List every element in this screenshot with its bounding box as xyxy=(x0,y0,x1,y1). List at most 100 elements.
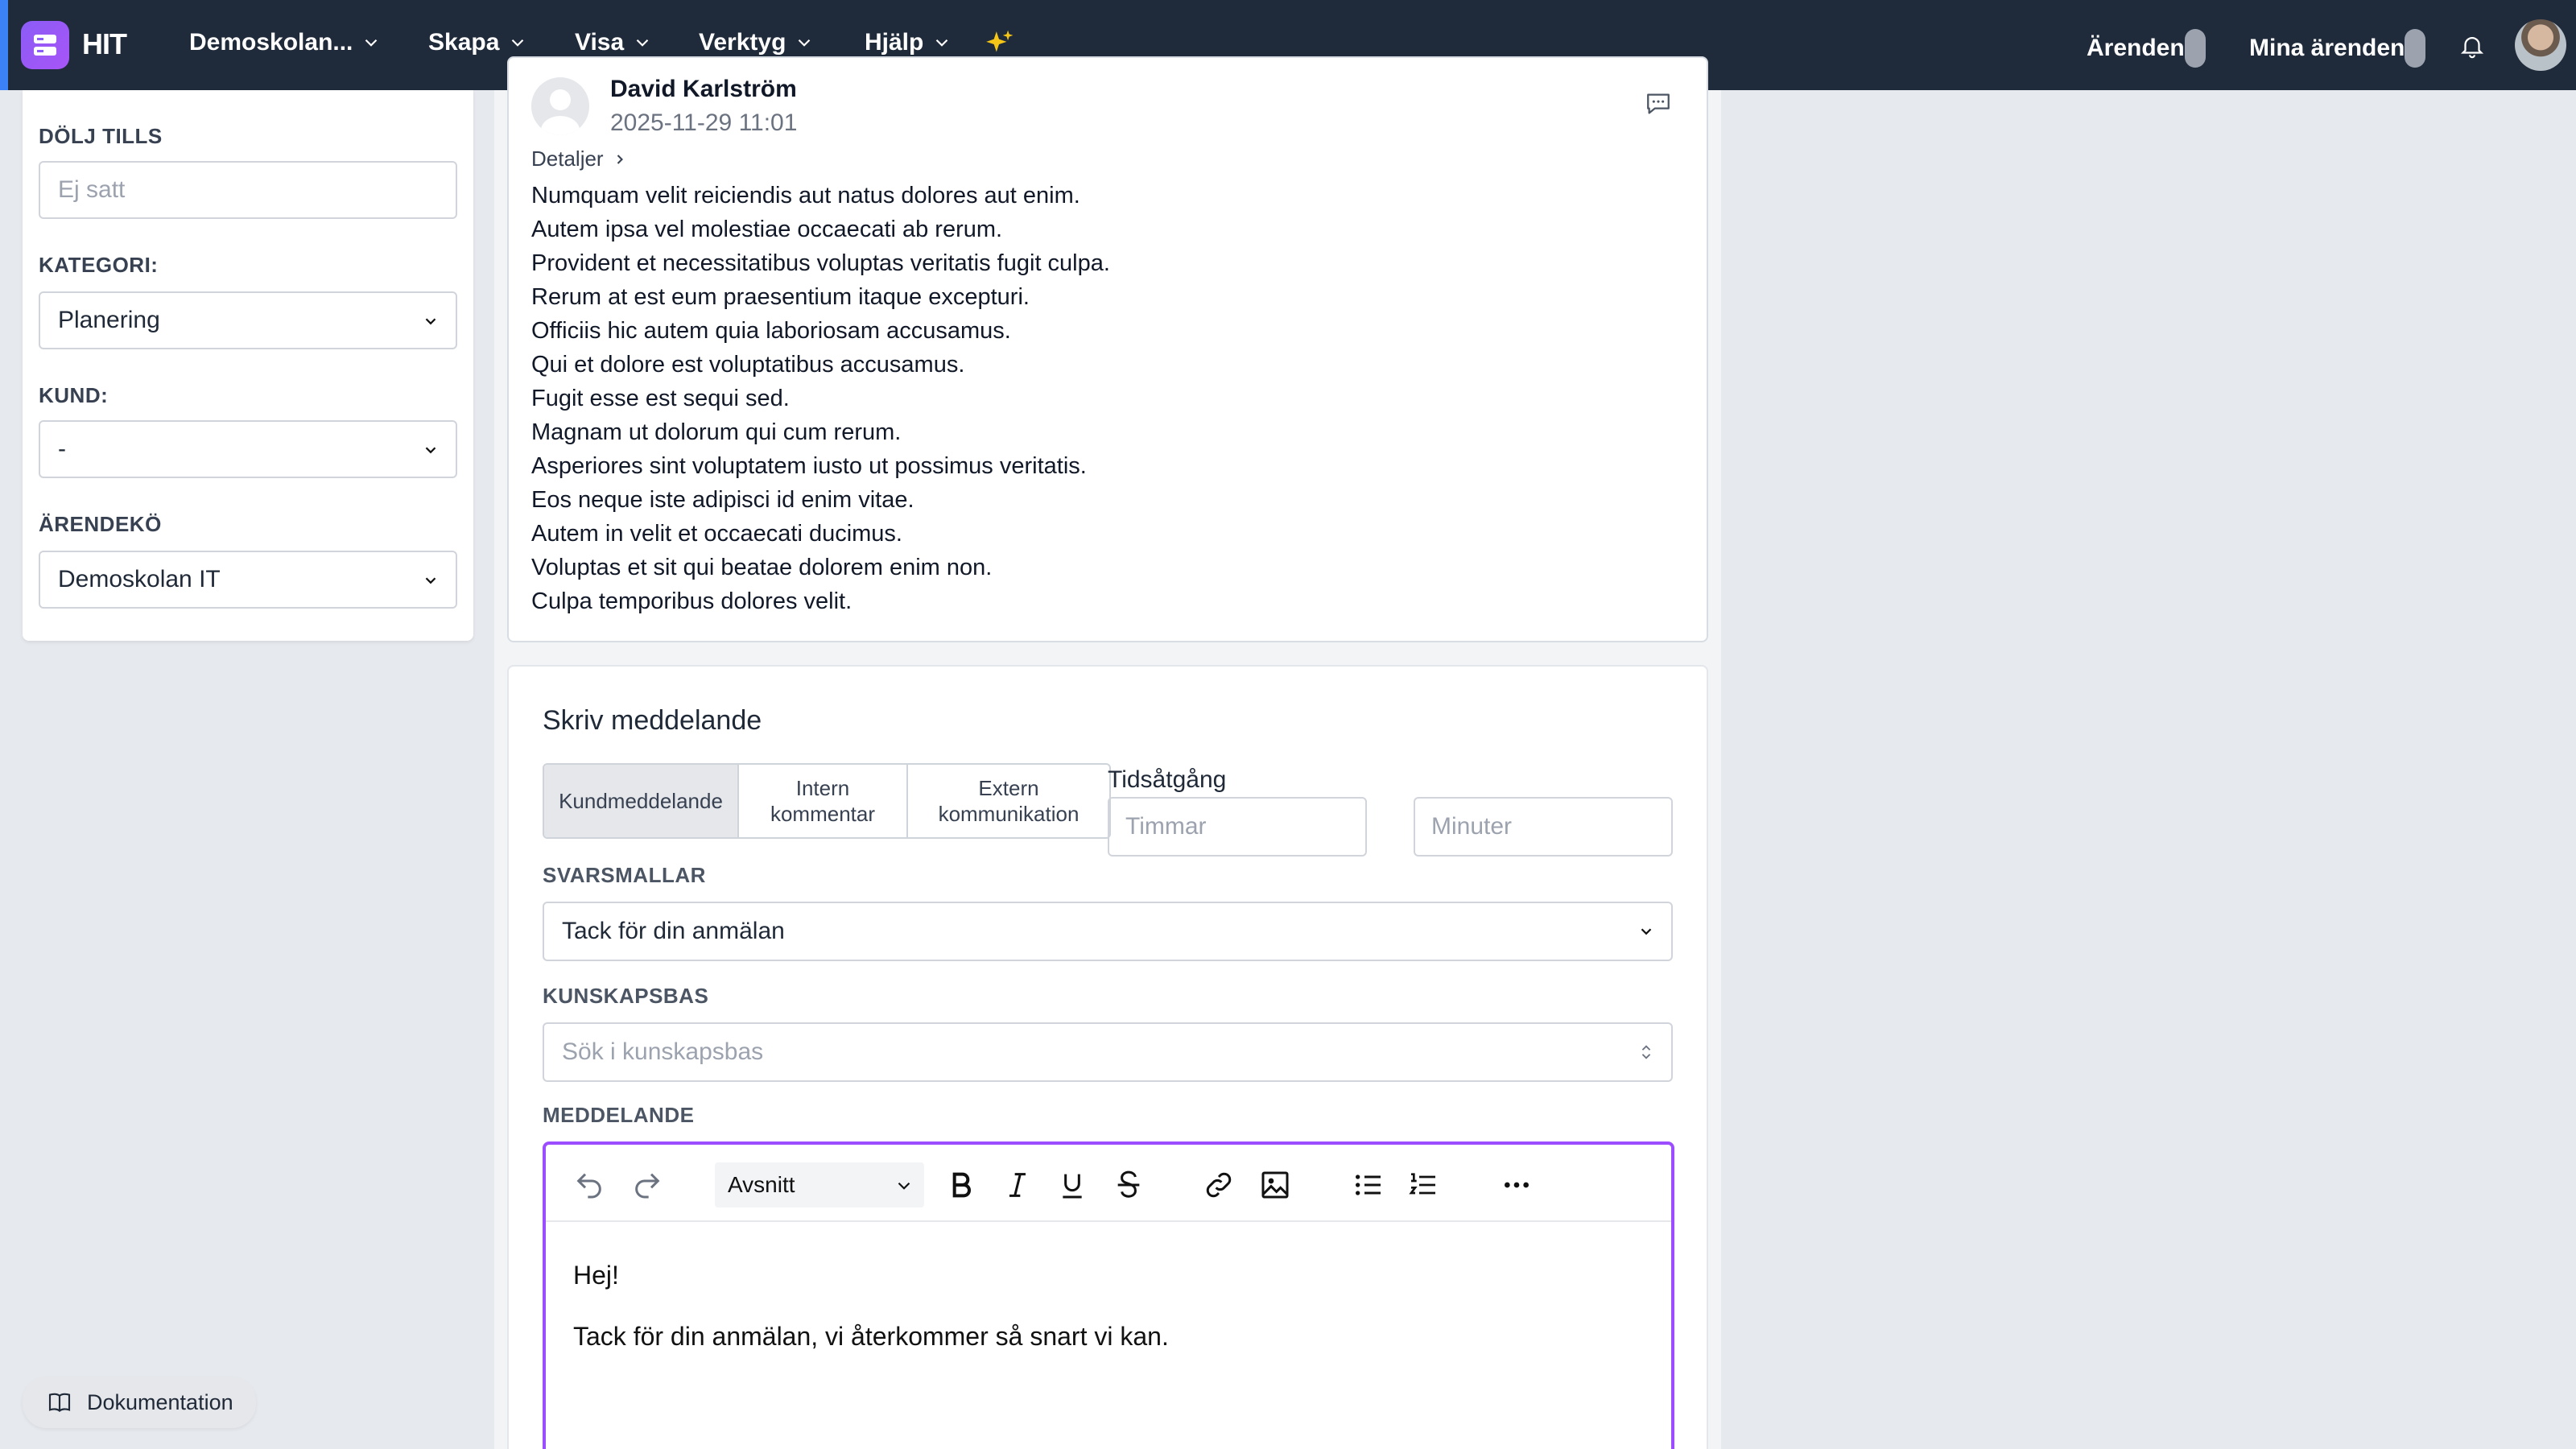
italic-icon[interactable] xyxy=(1001,1169,1034,1201)
customer-select[interactable]: - xyxy=(39,420,457,478)
message-line: Magnam ut dolorum qui cum rerum. xyxy=(531,419,902,445)
message-line: Eos neque iste adipisci id enim vitae. xyxy=(531,487,914,513)
chevron-right-icon xyxy=(617,154,623,164)
image-icon[interactable] xyxy=(1259,1169,1291,1201)
type-internal-comment[interactable]: Intern kommentar xyxy=(739,765,908,837)
knowledge-base-placeholder: Sök i kunskapsbas xyxy=(562,1038,764,1065)
comment-icon[interactable] xyxy=(1644,90,1673,118)
strikethrough-icon[interactable] xyxy=(1113,1169,1145,1201)
message-line: Numquam velit reiciendis aut natus dolor… xyxy=(531,183,1080,208)
more-options-icon[interactable] xyxy=(1501,1169,1533,1201)
book-icon xyxy=(48,1393,71,1413)
documentation-label: Dokumentation xyxy=(87,1389,233,1414)
chevron-down-icon xyxy=(636,39,649,47)
compose-title: Skriv meddelande xyxy=(543,705,762,736)
author-avatar xyxy=(531,77,589,135)
ai-sparkle-icon[interactable] xyxy=(984,29,1014,60)
editor-line: Hej! xyxy=(573,1261,619,1290)
queue-value: Demoskolan IT xyxy=(58,566,221,592)
type-customer-message[interactable]: Kundmeddelande xyxy=(544,765,739,837)
nav-org-label: Demoskolan... xyxy=(189,29,353,56)
chevron-down-icon xyxy=(425,318,436,325)
nav-help-menu[interactable]: Hjälp xyxy=(865,29,952,56)
customer-label: KUND: xyxy=(39,383,109,407)
editor-line: Tack för din anmälan, vi återkommer så s… xyxy=(573,1322,1169,1351)
user-avatar[interactable] xyxy=(2515,19,2566,71)
chevron-down-icon xyxy=(365,39,378,47)
time-spent-label: Tidsåtgång xyxy=(1108,766,1227,793)
minutes-input[interactable]: Minuter xyxy=(1414,797,1673,857)
editor-content[interactable]: Hej! Tack för din anmälan, vi återkommer… xyxy=(573,1245,1169,1367)
knowledge-base-label: KUNSKAPSBAS xyxy=(543,984,709,1008)
nav-tools-label: Verktyg xyxy=(699,29,786,56)
chevron-down-icon xyxy=(936,39,948,47)
queue-select[interactable]: Demoskolan IT xyxy=(39,551,457,609)
message-line: Asperiores sint voluptatem iusto ut poss… xyxy=(531,453,1087,479)
app-name[interactable]: HIT xyxy=(82,27,127,61)
chevron-down-icon xyxy=(799,39,811,47)
numbered-list-icon[interactable] xyxy=(1407,1169,1439,1201)
message-line: Fugit esse est sequi sed. xyxy=(531,386,790,411)
message-line: Rerum at est eum praesentium itaque exce… xyxy=(531,284,1030,310)
message-line: Autem in velit et occaecati ducimus. xyxy=(531,521,902,547)
tickets-count-badge xyxy=(2184,29,2206,68)
block-format-value: Avsnitt xyxy=(728,1172,795,1197)
message-line: Provident et necessitatibus voluptas ver… xyxy=(531,250,1110,276)
nav-my-tickets-label: Mina ärenden xyxy=(2249,35,2405,61)
queue-label: ÄRENDEKÖ xyxy=(39,512,162,536)
category-value: Planering xyxy=(58,307,160,333)
bell-icon[interactable] xyxy=(2458,31,2486,61)
nav-create-label: Skapa xyxy=(428,29,500,56)
chevron-down-icon xyxy=(512,39,524,47)
nav-tickets-label: Ärenden xyxy=(2087,35,2185,61)
message-line: Officiis hic autem quia laboriosam accus… xyxy=(531,318,1011,344)
message-label: MEDDELANDE xyxy=(543,1103,695,1127)
message-date: 2025-11-29 11:01 xyxy=(610,109,798,136)
chevron-down-icon xyxy=(425,577,436,584)
nav-tickets[interactable]: Ärenden xyxy=(2087,29,2206,68)
nav-edge-accent xyxy=(0,0,8,90)
customer-value: - xyxy=(58,436,66,462)
templates-label: SVARSMALLAR xyxy=(543,863,706,887)
editor-toolbar: Avsnitt xyxy=(546,1145,1671,1222)
nav-tools-menu[interactable]: Verktyg xyxy=(699,29,815,56)
message-type-toggle: Kundmeddelande Intern kommentar Extern k… xyxy=(543,763,1111,839)
template-value: Tack för din anmälan xyxy=(562,918,785,944)
category-select[interactable]: Planering xyxy=(39,291,457,349)
my-tickets-count-badge xyxy=(2405,29,2426,68)
chevron-down-icon xyxy=(898,1182,910,1190)
message-line: Qui et dolore est voluptatibus accusamus… xyxy=(531,352,965,378)
nav-help-label: Hjälp xyxy=(865,29,924,56)
nav-org-menu[interactable]: Demoskolan... xyxy=(189,29,382,56)
nav-my-tickets[interactable]: Mina ärenden xyxy=(2249,29,2426,68)
template-select[interactable]: Tack för din anmälan xyxy=(543,902,1673,961)
underline-icon[interactable] xyxy=(1056,1169,1088,1201)
type-external-communication[interactable]: Extern kommunikation xyxy=(908,765,1109,837)
nav-create-menu[interactable]: Skapa xyxy=(428,29,528,56)
message-author: David Karlström xyxy=(610,76,797,102)
app-logo-icon[interactable] xyxy=(21,21,69,69)
chevron-up-down-icon xyxy=(1641,1045,1651,1059)
undo-icon[interactable] xyxy=(573,1169,605,1201)
chevron-down-icon xyxy=(425,447,436,454)
hide-until-field[interactable]: Ej satt xyxy=(39,161,457,219)
hide-until-label: DÖLJ TILLS xyxy=(39,124,163,148)
category-label: KATEGORI: xyxy=(39,253,159,277)
bold-icon[interactable] xyxy=(945,1169,977,1201)
details-toggle[interactable]: Detaljer xyxy=(531,147,628,171)
message-body: Numquam velit reiciendis aut natus dolor… xyxy=(531,179,1110,618)
nav-view-label: Visa xyxy=(575,29,625,56)
message-line: Voluptas et sit qui beatae dolorem enim … xyxy=(531,555,993,580)
bulleted-list-icon[interactable] xyxy=(1352,1169,1385,1201)
nav-view-menu[interactable]: Visa xyxy=(575,29,653,56)
message-line: Culpa temporibus dolores velit. xyxy=(531,588,852,614)
message-line: Autem ipsa vel molestiae occaecati ab re… xyxy=(531,217,1003,242)
knowledge-base-search[interactable]: Sök i kunskapsbas xyxy=(543,1022,1673,1082)
rich-text-editor[interactable]: Avsnitt Hej! Tack för din anmälan, vi åt… xyxy=(543,1141,1674,1449)
hours-input[interactable]: Timmar xyxy=(1108,797,1367,857)
redo-icon[interactable] xyxy=(631,1169,663,1201)
details-label: Detaljer xyxy=(531,147,604,171)
documentation-button[interactable]: Dokumentation xyxy=(23,1377,256,1428)
block-format-select[interactable]: Avsnitt xyxy=(715,1162,924,1208)
link-icon[interactable] xyxy=(1203,1169,1235,1201)
